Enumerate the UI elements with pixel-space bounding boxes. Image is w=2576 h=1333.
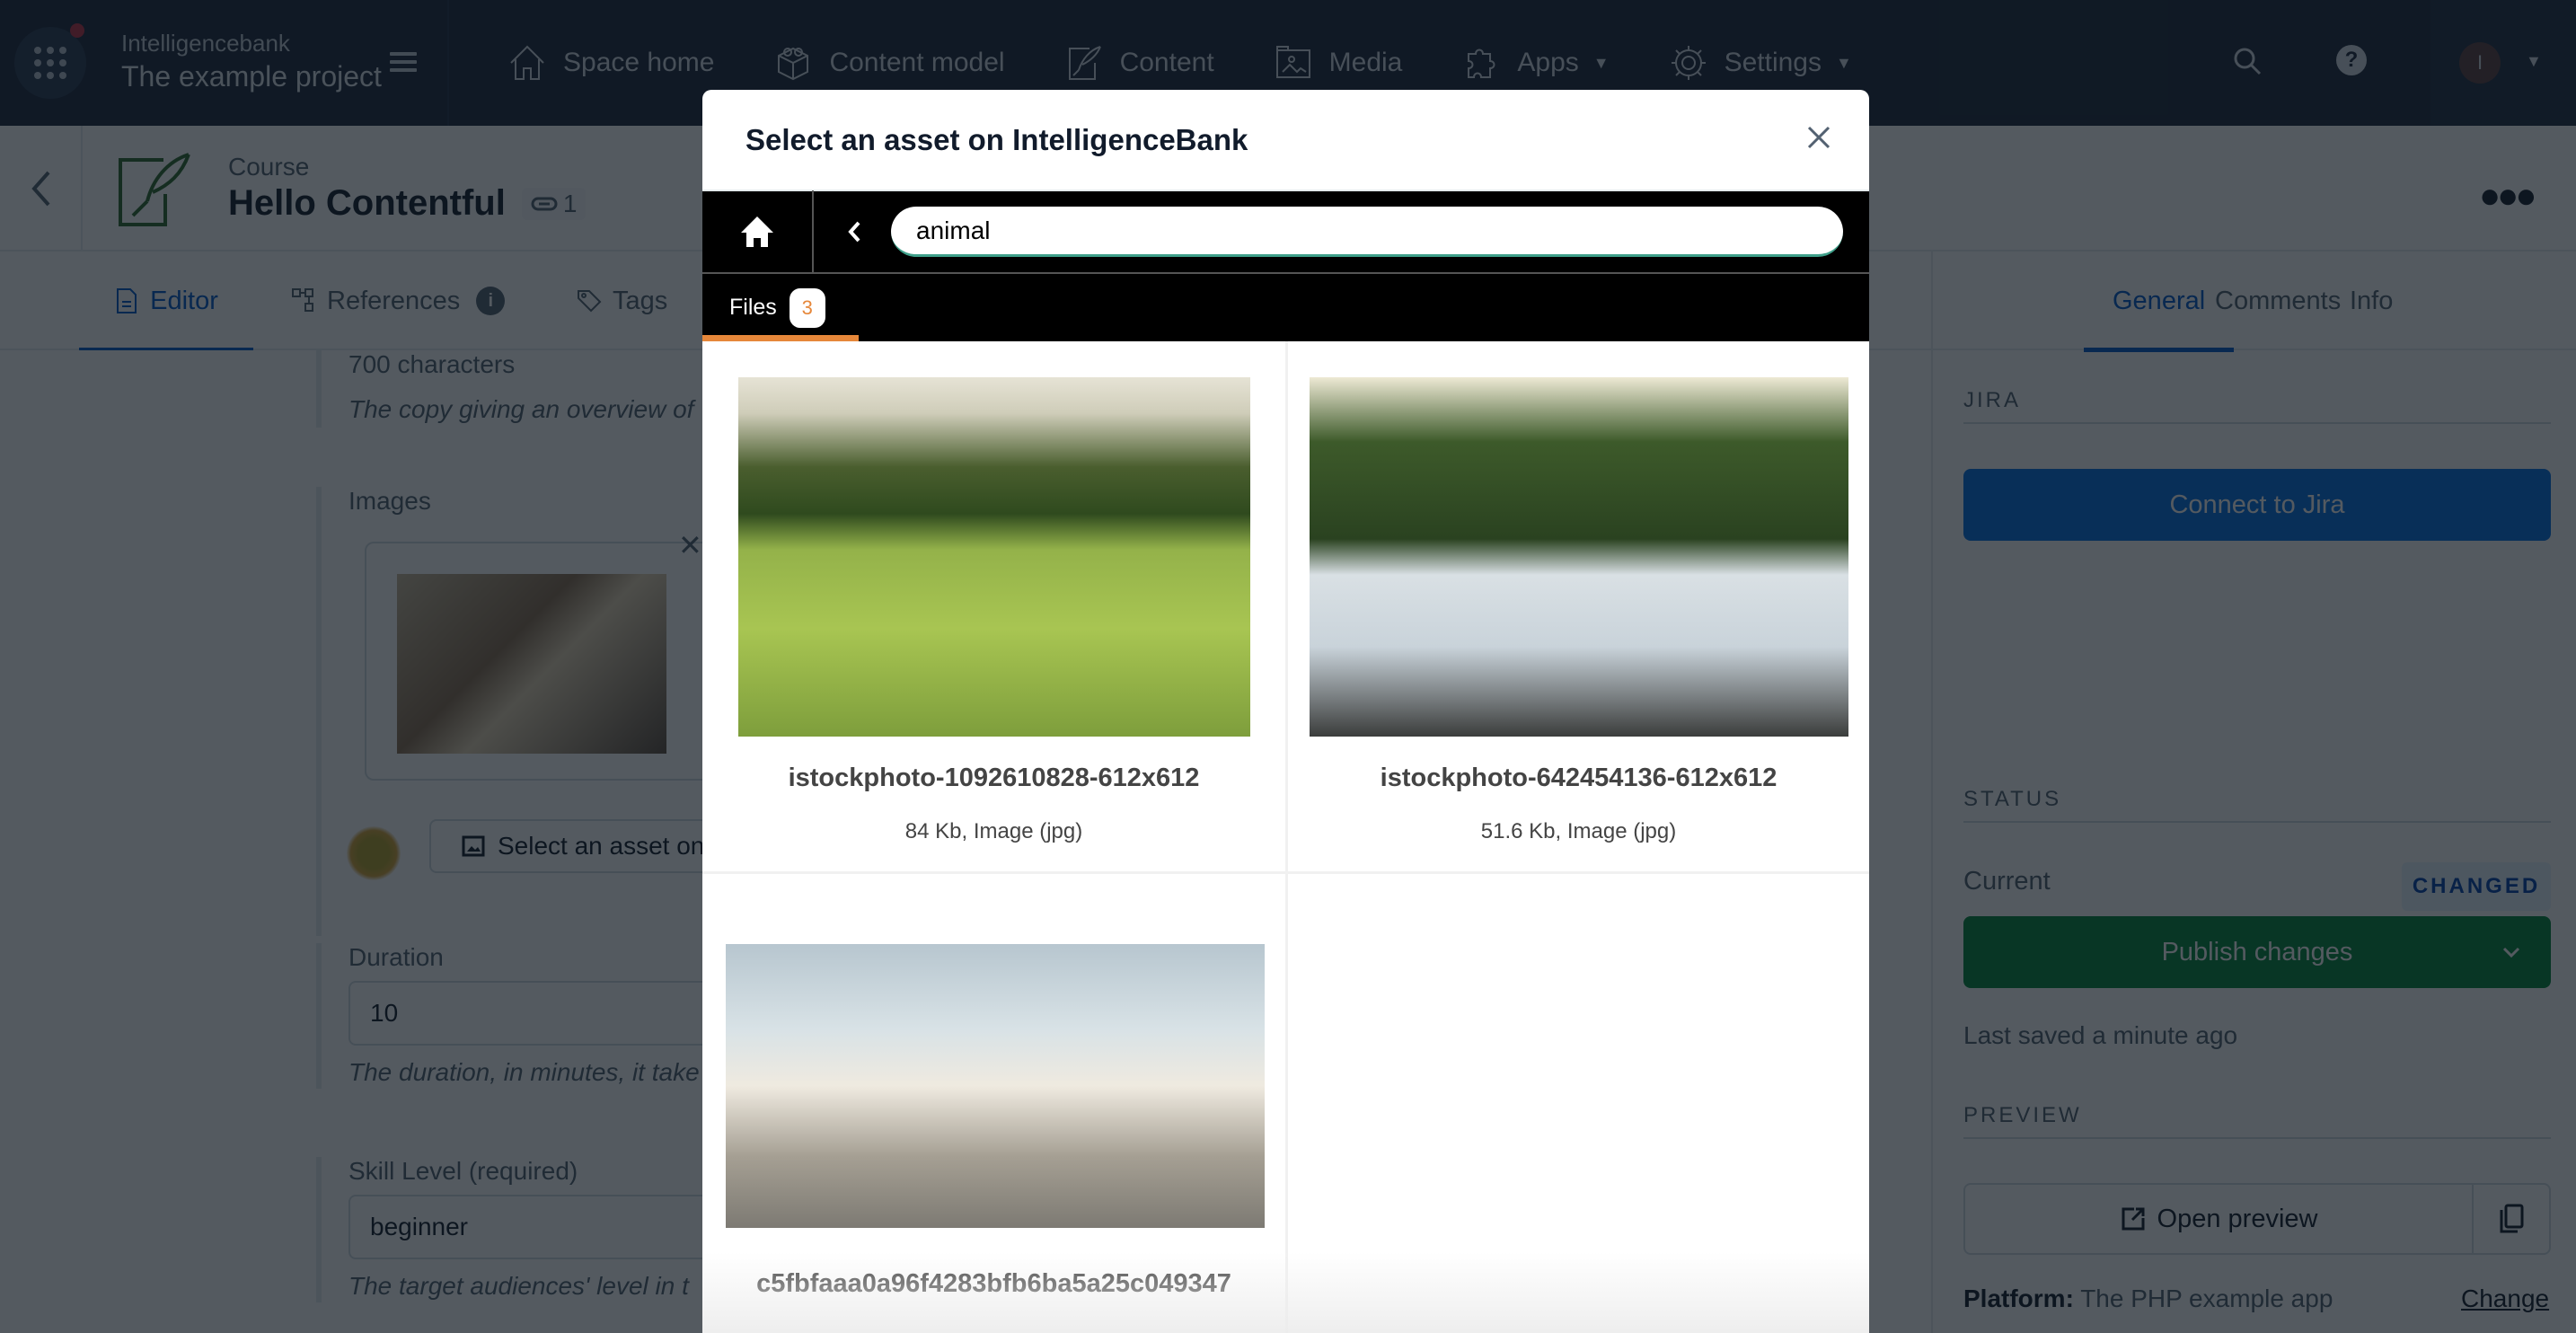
chevron-left-icon [848, 221, 860, 243]
asset-meta: 51.6 Kb, Image (jpg) [1480, 819, 1677, 843]
asset-card[interactable]: c5fbfaaa0a96f4283bfb6ba5a25c049347 [702, 874, 1285, 1333]
asset-search-input[interactable]: animal [891, 207, 1843, 257]
intelligencebank-toolbar: animal [702, 190, 1869, 274]
modal-title: Select an asset on IntelligenceBank [745, 122, 1248, 156]
asset-name: istockphoto-642454136-612x612 [1380, 764, 1778, 792]
asset-meta: 84 Kb, Image (jpg) [904, 819, 1083, 843]
tab-files[interactable]: Files 3 [702, 274, 859, 341]
asset-name: c5fbfaaa0a96f4283bfb6ba5a25c049347 [756, 1269, 1231, 1298]
close-icon[interactable] [1805, 124, 1832, 151]
active-tab-indicator [702, 335, 859, 341]
asset-thumbnail [738, 377, 1250, 737]
result-tabs: Files 3 [702, 274, 1869, 341]
files-count-badge: 3 [789, 287, 825, 328]
back-button[interactable] [832, 220, 877, 243]
asset-thumbnail [726, 944, 1265, 1228]
asset-picker-modal: Select an asset on IntelligenceBank anim… [702, 90, 1869, 1333]
home-icon [741, 216, 773, 247]
tab-label: Files [729, 295, 777, 320]
asset-card[interactable]: istockphoto-1092610828-612x612 84 Kb, Im… [702, 341, 1285, 871]
asset-grid: istockphoto-1092610828-612x612 84 Kb, Im… [702, 341, 1869, 1333]
home-button[interactable] [702, 190, 814, 273]
asset-card[interactable]: istockphoto-642454136-612x612 51.6 Kb, I… [1288, 341, 1869, 871]
asset-thumbnail [1310, 377, 1848, 737]
modal-header: Select an asset on IntelligenceBank [702, 90, 1869, 191]
asset-name: istockphoto-1092610828-612x612 [788, 764, 1200, 792]
